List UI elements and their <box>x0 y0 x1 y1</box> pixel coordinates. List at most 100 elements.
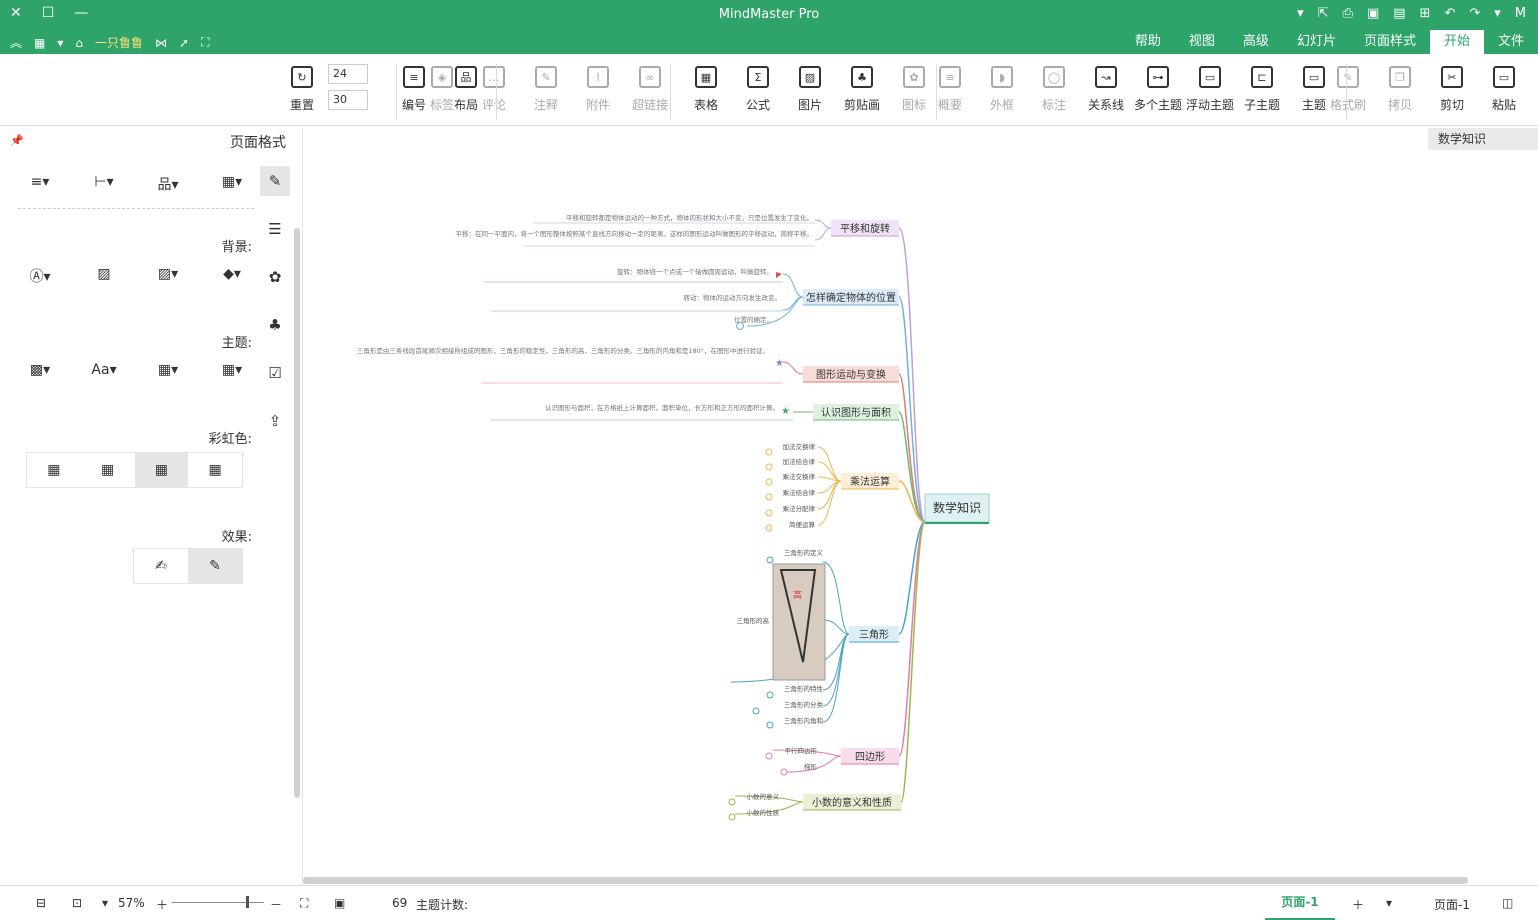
branch-graphic-motion[interactable]: 图形运动与变换 <box>816 368 886 381</box>
layout-button[interactable]: 品布局 <box>440 62 492 118</box>
leaf-decimal-property[interactable]: 小数的性质 <box>747 808 780 817</box>
image-button[interactable]: ▨ 图片 <box>784 62 836 118</box>
numbering-style-icon[interactable]: ≡▾ <box>20 174 60 194</box>
callout-button[interactable]: ◯ 标注 <box>1028 62 1080 118</box>
document-tab[interactable]: 数学知识 <box>1428 128 1538 150</box>
leaf-simplify[interactable]: 简便运算 <box>789 520 816 529</box>
tab-page-style[interactable]: 页面样式 <box>1350 30 1430 54</box>
topic-button[interactable]: ▭ 主题 <box>1288 62 1340 118</box>
leaf-triangle-angle[interactable]: 三角形内角和 <box>784 716 823 725</box>
fit-width-icon[interactable]: ⊡ <box>72 896 82 910</box>
hand-drawn-effect-icon[interactable]: ✍ <box>134 549 188 583</box>
normal-effect-icon[interactable]: ✎ <box>188 549 242 583</box>
copy-button[interactable]: ❐ 拷贝 <box>1374 62 1426 118</box>
grid-layout-icon[interactable]: ▦▾ <box>212 174 252 194</box>
tab-advanced[interactable]: 高级 <box>1229 30 1283 54</box>
formula-button[interactable]: Σ 公式 <box>732 62 784 118</box>
share-icon[interactable]: ⌂ <box>75 36 83 50</box>
export-icon[interactable]: ⇱ <box>1318 6 1329 21</box>
tab-help[interactable]: 帮助 <box>1121 30 1175 54</box>
panel-scrollbar[interactable] <box>294 228 300 798</box>
leaf-add-associative[interactable]: 加法结合律 <box>783 457 816 466</box>
fullscreen-icon[interactable]: ⛶ <box>201 35 209 50</box>
undo-icon[interactable]: ↶ <box>1444 6 1455 21</box>
layout-style-icon[interactable]: 品▾ <box>148 174 188 194</box>
fullscreen-view-icon[interactable]: ⛶ <box>300 896 308 911</box>
mindmap-canvas[interactable]: 数学知识 平移和旋转 怎样确定物体的位置 图形运动与变换 认识图形与面积 乘法运… <box>303 150 1538 885</box>
branch-position[interactable]: 怎样确定物体的位置 <box>806 291 896 304</box>
leaf-triangle-def[interactable]: 三角形的定义 <box>784 548 824 557</box>
leaf-parallelogram[interactable]: 平行四边形 <box>785 746 818 755</box>
outline-icon[interactable]: ☰ <box>260 214 290 244</box>
tab-file[interactable]: 文件 <box>1484 30 1538 54</box>
theme-layout-icon[interactable]: ▦▾ <box>212 362 252 378</box>
open-icon[interactable]: ▤ <box>1393 6 1405 21</box>
hyperlink-button[interactable]: ∞ 超链接 <box>624 62 676 118</box>
attachment-button[interactable]: ⌇ 附件 <box>572 62 624 118</box>
theme-grid-icon[interactable]: ▦▾ <box>148 362 188 378</box>
page-tab-active[interactable]: 页面-1 <box>1265 886 1335 920</box>
v-spacing-input[interactable]: 30 <box>328 90 368 110</box>
add-page-icon[interactable]: ＋ <box>1352 896 1364 913</box>
subtopic-button[interactable]: ⊏ 子主题 <box>1236 62 1288 118</box>
branch-multiplication[interactable]: 乘法运算 <box>850 475 890 488</box>
branch-shapes-area[interactable]: 认识图形与面积 <box>821 406 891 419</box>
rainbow-option-3[interactable]: ▦ <box>134 453 189 487</box>
save-icon[interactable]: ▣ <box>1367 6 1379 21</box>
multiple-topics-button[interactable]: ⊶ 多个主题 <box>1132 62 1184 118</box>
more-icon[interactable]: ▾ <box>1297 6 1304 21</box>
branch-quadrilateral[interactable]: 四边形 <box>855 751 885 763</box>
leaf-decimal-meaning[interactable]: 小数的意义 <box>747 792 780 801</box>
leaf-mul-associative[interactable]: 乘法结合律 <box>783 488 816 497</box>
zoom-in-icon[interactable]: ＋ <box>156 896 168 913</box>
leaf-triangle-feature[interactable]: 三角形的特性 <box>784 684 824 693</box>
zoom-level[interactable]: 57% <box>118 896 145 910</box>
cut-button[interactable]: ✂ 剪切 <box>1426 62 1478 118</box>
tab-home[interactable]: 开始 <box>1429 30 1484 54</box>
branch-decimals[interactable]: 小数的意义和性质 <box>812 796 892 809</box>
boundary-button[interactable]: ◗ 外框 <box>976 62 1028 118</box>
insert-bg-icon[interactable]: ▨▾ <box>148 266 188 286</box>
branch-triangle[interactable]: 三角形 <box>859 629 889 641</box>
zoom-slider-thumb[interactable] <box>246 896 249 908</box>
leaf-mul-distributive[interactable]: 乘法分配律 <box>783 504 816 513</box>
tab-slides[interactable]: 幻灯片 <box>1283 30 1350 54</box>
image-bg-icon[interactable]: ▨ <box>84 266 124 286</box>
apps-icon[interactable]: ▦ <box>34 36 45 50</box>
triangle-photo[interactable] <box>772 563 826 681</box>
task-panel-icon[interactable]: ☑ <box>260 358 290 388</box>
present-icon[interactable]: ▣ <box>334 896 345 910</box>
print-icon[interactable]: ⎙ <box>1343 6 1353 21</box>
branch-translation-rotation[interactable]: 平移和旋转 <box>840 222 890 235</box>
icons-panel-icon[interactable]: ✿ <box>260 262 290 292</box>
leaf-triangle-height[interactable]: 三角形的高 <box>737 616 770 625</box>
leaf-mul-commutative[interactable]: 乘法交换律 <box>783 472 816 481</box>
export-panel-icon[interactable]: ⇪ <box>260 406 290 436</box>
connector-style-icon[interactable]: ⊢▾ <box>84 174 124 194</box>
skin-icon[interactable]: ▾ <box>57 36 63 50</box>
icon-button[interactable]: ✿ 图标 <box>888 62 940 118</box>
redo-icon[interactable]: ↷ <box>1469 6 1480 21</box>
clipart-panel-icon[interactable]: ♣ <box>260 310 290 340</box>
fill-bucket-icon[interactable]: ◆▾ <box>212 266 252 286</box>
leaf-add-commutative[interactable]: 加法交换律 <box>783 442 816 451</box>
relationship-button[interactable]: ↝ 关系线 <box>1080 62 1132 118</box>
canvas-hscrollbar[interactable] <box>303 877 1468 884</box>
zoom-out-icon[interactable]: － <box>270 896 282 913</box>
rainbow-option-4[interactable]: ▦ <box>188 453 242 487</box>
publish-icon[interactable]: ⋈ <box>155 36 167 50</box>
send-icon[interactable]: ➚ <box>179 36 189 50</box>
rainbow-option-2[interactable]: ▦ <box>81 453 135 487</box>
rainbow-option-1[interactable]: ▦ <box>27 453 81 487</box>
user-name[interactable]: 一只鲁鲁 <box>95 34 143 51</box>
zoom-dropdown-icon[interactable]: ▾ <box>102 896 108 910</box>
table-button[interactable]: ▦ 表格 <box>680 62 732 118</box>
leaf-triangle-class[interactable]: 三角形的分类 <box>784 700 824 709</box>
text-bg-icon[interactable]: Ⓐ▾ <box>20 266 60 286</box>
note-button[interactable]: ✎ 注释 <box>520 62 572 118</box>
tab-view[interactable]: 视图 <box>1175 30 1229 54</box>
floating-topic-button[interactable]: ▭ 浮动主题 <box>1184 62 1236 118</box>
paste-button[interactable]: ▭ 粘贴 <box>1478 62 1530 118</box>
pin-icon[interactable]: 📌 <box>10 134 24 147</box>
sidebar-toggle-icon[interactable]: ◫ <box>1502 896 1513 910</box>
